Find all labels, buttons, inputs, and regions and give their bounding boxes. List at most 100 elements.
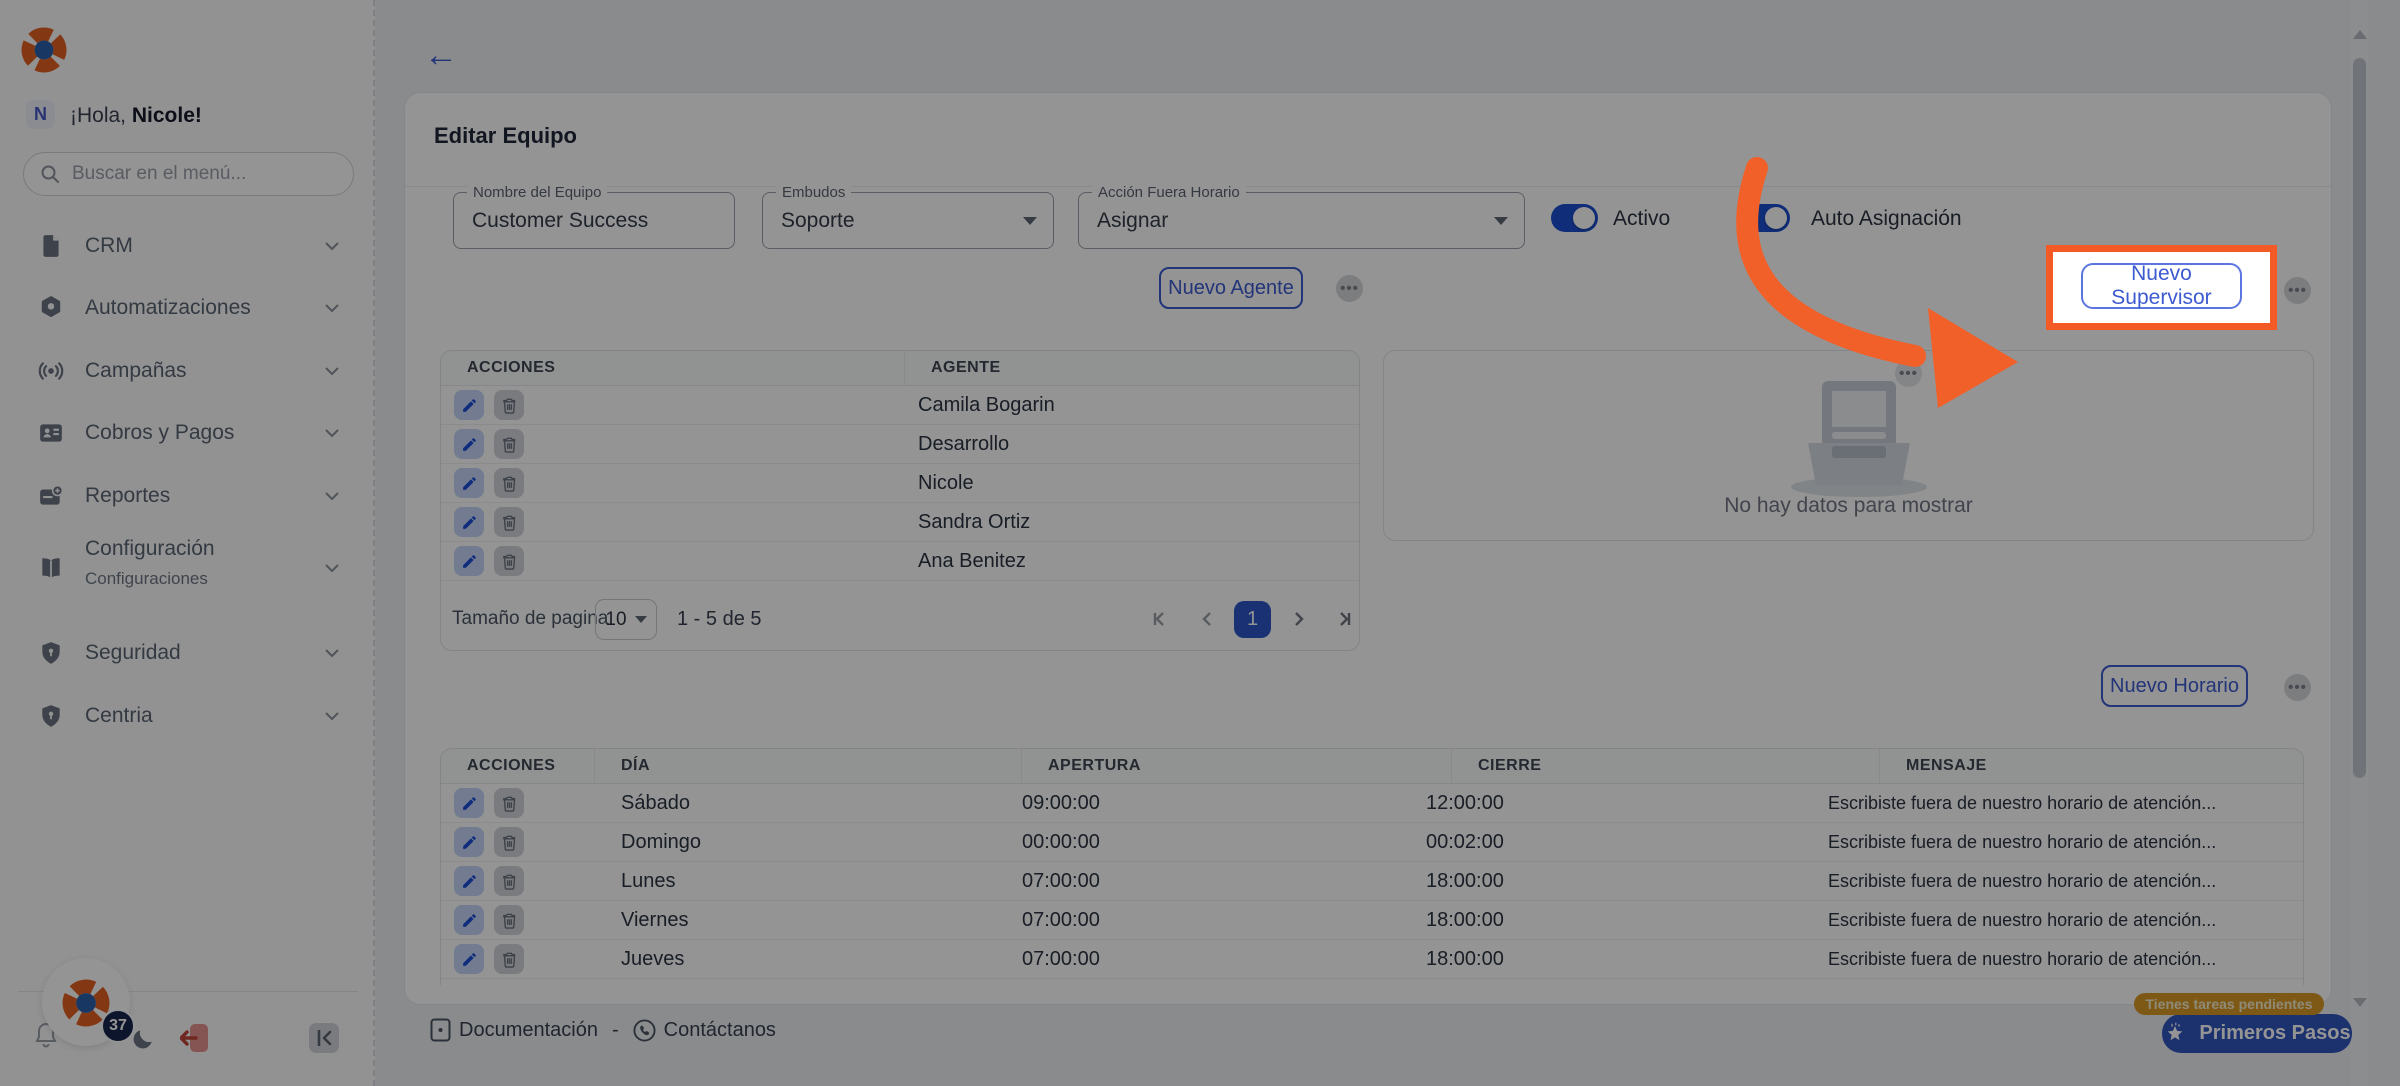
sidebar-item-label: Configuración: [85, 537, 215, 561]
sidebar-item-automatizaciones[interactable]: Automatizaciones: [0, 277, 375, 339]
agents-table-header: ACCIONES AGENTE: [441, 351, 1359, 386]
schedule-day: Sábado: [595, 792, 996, 815]
scrollbar[interactable]: [2351, 0, 2368, 1086]
supervisors-empty-panel: ••• No hay datos para mostrar: [1383, 350, 2314, 541]
sidebar-item-seguridad[interactable]: Seguridad: [0, 622, 375, 684]
page-number-button[interactable]: 1: [1234, 601, 1271, 638]
column-header-mensaje: MENSAJE: [1880, 749, 2303, 783]
agent-name: Sandra Ortiz: [892, 511, 1030, 534]
contact-link[interactable]: Contáctanos: [633, 1019, 776, 1042]
tutorial-highlight-box: Nuevo Supervisor: [2046, 245, 2277, 330]
off-hours-action-label: Acción Fuera Horario: [1092, 184, 1246, 201]
sidebar-item-label: Campañas: [85, 359, 187, 383]
schedule-row: Sábado 09:00:00 12:00:00 Escribiste fuer…: [441, 784, 2303, 823]
previous-page-button[interactable]: [1188, 600, 1226, 638]
last-page-button[interactable]: [1324, 600, 1362, 638]
supervisor-more-options-button[interactable]: •••: [2284, 277, 2311, 304]
chevron-down-icon: [324, 648, 340, 658]
collapse-sidebar-icon[interactable]: [308, 1022, 340, 1054]
schedule-message: Escribiste fuera de nuestro horario de a…: [1802, 871, 2303, 892]
sidebar-item-cobros-y-pagos[interactable]: Cobros y Pagos: [0, 402, 375, 464]
schedule-close: 18:00:00: [1400, 948, 1802, 971]
sidebar-item-label: Centria: [85, 704, 153, 728]
page-size-select[interactable]: 10: [595, 599, 657, 640]
caret-down-icon: [1494, 217, 1508, 225]
search-input[interactable]: [72, 163, 312, 185]
agent-row: Desarrollo: [441, 425, 1359, 464]
document-icon: [430, 1018, 451, 1042]
column-header-agente: AGENTE: [905, 351, 1359, 385]
schedule-close: 18:00:00: [1400, 870, 1802, 893]
delete-button[interactable]: [494, 390, 524, 420]
column-header-acciones: ACCIONES: [441, 351, 905, 385]
agents-pagination: Tamaño de pagina 10 1 - 5 de 5 1: [452, 599, 1350, 640]
delete-button[interactable]: [494, 788, 524, 818]
edit-button[interactable]: [454, 944, 484, 974]
user-avatar[interactable]: N: [26, 100, 55, 129]
phone-icon: [633, 1019, 656, 1042]
first-page-button[interactable]: [1142, 600, 1180, 638]
funnels-value: Soporte: [781, 209, 1028, 233]
sidebar-item-campanas[interactable]: Campañas: [0, 340, 375, 402]
new-supervisor-button[interactable]: Nuevo Supervisor: [2081, 263, 2242, 309]
new-schedule-button[interactable]: Nuevo Horario: [2101, 665, 2248, 707]
edit-button[interactable]: [454, 507, 484, 537]
no-data-icon: [1774, 377, 1944, 497]
page-title: Editar Equipo: [434, 123, 577, 149]
schedule-close: 00:02:00: [1400, 831, 1802, 854]
scroll-down-icon[interactable]: [2353, 998, 2367, 1007]
sidebar-item-centria[interactable]: Centria: [0, 685, 375, 747]
chevron-down-icon: [324, 303, 340, 313]
funnels-select[interactable]: Embudos Soporte: [762, 192, 1054, 249]
footer: Documentación - Contáctanos: [430, 1018, 776, 1042]
agent-row: Camila Bogarin: [441, 386, 1359, 425]
team-name-input[interactable]: [472, 209, 710, 233]
off-hours-action-select[interactable]: Acción Fuera Horario Asignar: [1078, 192, 1525, 249]
funnels-label: Embudos: [776, 184, 851, 201]
agent-more-options-button[interactable]: •••: [1336, 275, 1363, 302]
app-logo-icon: [20, 26, 68, 74]
sidebar-item-label: Automatizaciones: [85, 296, 251, 320]
delete-button[interactable]: [494, 468, 524, 498]
edit-button[interactable]: [454, 788, 484, 818]
delete-button[interactable]: [494, 546, 524, 576]
card-divider: [405, 186, 2331, 187]
auto-assign-toggle[interactable]: [1743, 204, 1790, 232]
edit-button[interactable]: [454, 866, 484, 896]
new-agent-button[interactable]: Nuevo Agente: [1159, 267, 1303, 309]
schedule-close: 18:00:00: [1400, 909, 1802, 932]
delete-button[interactable]: [494, 827, 524, 857]
schedule-table-header: ACCIONES DÍA APERTURA CIERRE MENSAJE: [441, 749, 2303, 784]
sidebar-item-crm[interactable]: CRM: [0, 215, 375, 277]
edit-button[interactable]: [454, 468, 484, 498]
back-button[interactable]: ←: [424, 38, 458, 72]
edit-team-card: Editar Equipo Nombre del Equipo Embudos …: [404, 92, 2332, 1005]
edit-button[interactable]: [454, 905, 484, 935]
next-page-button[interactable]: [1280, 600, 1318, 638]
documentation-link[interactable]: Documentación: [430, 1018, 598, 1042]
first-steps-button[interactable]: Primeros Pasos: [2162, 1014, 2352, 1053]
edit-button[interactable]: [454, 390, 484, 420]
agent-row: Nicole: [441, 464, 1359, 503]
agent-name: Ana Benitez: [892, 550, 1026, 573]
delete-button[interactable]: [494, 866, 524, 896]
delete-button[interactable]: [494, 944, 524, 974]
caret-down-icon: [1023, 217, 1037, 225]
edit-button[interactable]: [454, 546, 484, 576]
sidebar-item-configuracion[interactable]: Configuración Configuraciones: [0, 529, 375, 607]
delete-button[interactable]: [494, 507, 524, 537]
active-toggle[interactable]: [1551, 204, 1598, 232]
delete-button[interactable]: [494, 429, 524, 459]
sidebar-item-label: Cobros y Pagos: [85, 421, 234, 445]
schedule-more-options-button[interactable]: •••: [2284, 674, 2311, 701]
scroll-up-icon[interactable]: [2353, 30, 2367, 39]
logout-icon[interactable]: [180, 1022, 210, 1054]
page-range: 1 - 5 de 5: [677, 608, 762, 631]
edit-button[interactable]: [454, 827, 484, 857]
sidebar-item-reportes[interactable]: Reportes: [0, 465, 375, 527]
notification-badge[interactable]: 37: [101, 1009, 135, 1043]
delete-button[interactable]: [494, 905, 524, 935]
edit-button[interactable]: [454, 429, 484, 459]
scrollbar-thumb[interactable]: [2353, 58, 2366, 778]
sidebar-item-sublabel: Configuraciones: [85, 569, 208, 589]
